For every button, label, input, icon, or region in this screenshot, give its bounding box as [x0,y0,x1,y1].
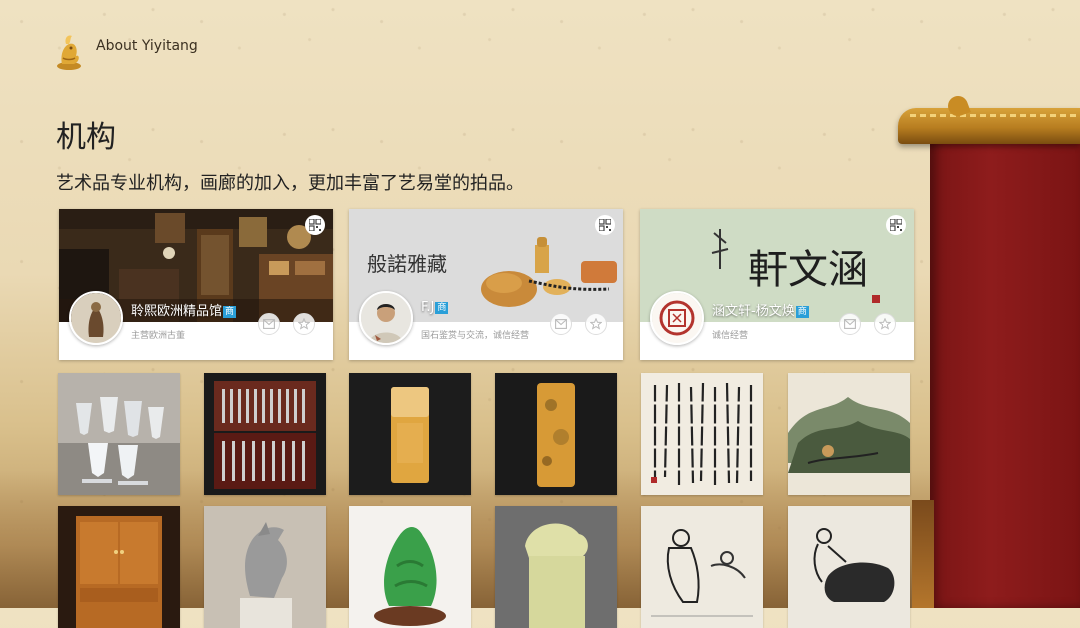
yiyitang-logo-icon[interactable] [54,32,84,72]
shop-card[interactable]: 般諾雅藏 F.J 商 国石鉴赏与交流，诚信经营 [349,209,623,360]
palace-wall-decoration [930,138,1080,608]
page-title: 机构 [56,120,116,155]
shop-card[interactable]: 軒文涵 涵文轩-杨文焕商 诚信经营 [640,209,914,360]
palace-roof-decoration [898,108,1080,144]
page-subtitle: 艺术品专业机构，画廊的加入，更加丰富了艺易堂的拍品。 [56,173,524,194]
product-tile-figure-painting[interactable] [641,506,763,628]
message-icon[interactable] [839,313,861,335]
product-tile-mottled-stone-seal[interactable] [495,373,617,495]
qr-code-icon[interactable] [886,215,906,235]
shop-avatar[interactable] [650,291,704,345]
shop-description: 主营欧洲古董 [131,331,186,341]
star-icon[interactable] [874,313,896,335]
shop-card[interactable]: 聆熙欧洲精品馆商 主营欧洲古董 [59,209,333,360]
star-icon[interactable] [585,313,607,335]
product-tile-calligraphy-scroll[interactable] [641,373,763,495]
banner-calligraphy: 般諾雅藏 [367,252,447,276]
product-tile-silverware-set[interactable] [204,373,326,495]
shop-avatar[interactable] [69,291,123,345]
product-tile-yellow-stone-seal[interactable] [349,373,471,495]
product-tile-jade-carving[interactable] [349,506,471,628]
qr-code-icon[interactable] [305,215,325,235]
merchant-badge: 商 [223,306,237,318]
banner-calligraphy: 軒文涵 [748,247,868,293]
product-tile-crystal-glasses[interactable] [58,373,180,495]
message-icon[interactable] [550,313,572,335]
merchant-badge: 商 [795,306,809,318]
shop-description: 诚信经营 [712,331,749,341]
product-tile-jade-beast-seal[interactable] [495,506,617,628]
message-icon[interactable] [258,313,280,335]
app-title[interactable]: About Yiyitang [96,38,198,54]
merchant-badge: 商 [435,302,449,314]
shop-name: 聆熙欧洲精品馆商 [131,304,237,319]
star-icon[interactable] [293,313,315,335]
shop-description: 国石鉴赏与交流，诚信经营 [421,331,530,341]
product-tile-horse-head-sculpture[interactable] [204,506,326,628]
tower-decoration [912,500,934,608]
qr-code-icon[interactable] [595,215,615,235]
product-tile-wooden-cabinet[interactable] [58,506,180,628]
product-tile-landscape-painting[interactable] [788,373,910,495]
product-tile-ox-herder-painting[interactable] [788,506,910,628]
shop-avatar[interactable] [359,291,413,345]
shop-name: 涵文轩-杨文焕商 [712,304,809,319]
shop-name: F.J 商 [421,300,449,315]
